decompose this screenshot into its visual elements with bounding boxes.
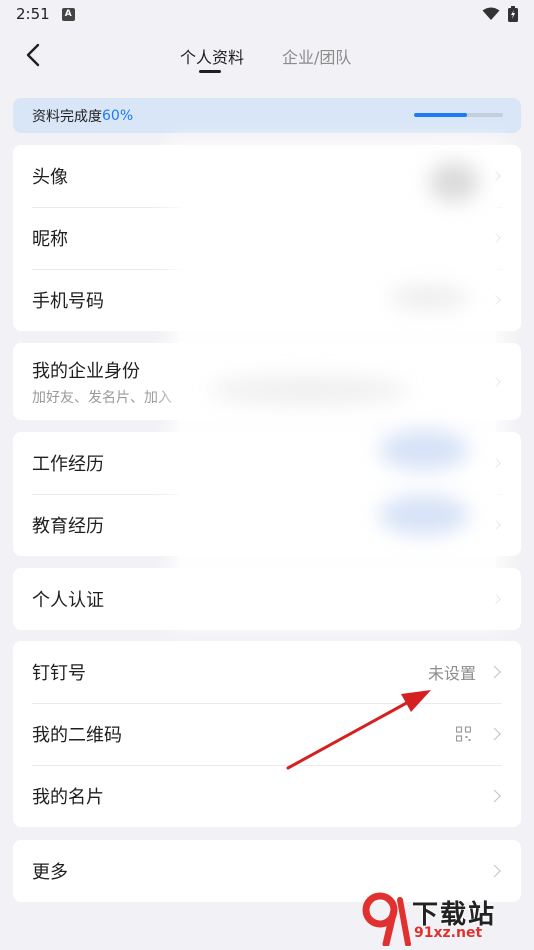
row-label: 个人认证 [32, 590, 104, 611]
completion-progress-fill [414, 113, 468, 117]
row-label: 教育经历 [32, 516, 104, 537]
chevron-right-icon [488, 665, 501, 679]
qr-code-icon [456, 726, 471, 742]
active-tab-indicator [199, 70, 221, 73]
watermark-url: 91xz.net [414, 925, 483, 941]
nav-bar: 个人资料 企业/团队 [0, 28, 534, 82]
status-bar: 2:51 A [0, 0, 534, 28]
row-dingtalk-id[interactable]: 钉钉号 未设置 [13, 641, 521, 703]
watermark-logo-icon [362, 892, 411, 946]
completion-progress-bar [414, 113, 503, 117]
row-subtitle: 加好友、发名片、加入 [32, 389, 172, 406]
status-time: 2:51 [16, 5, 50, 23]
blurred-region [179, 150, 496, 620]
tab-enterprise-team[interactable]: 企业/团队 [282, 44, 351, 68]
profile-completion-banner[interactable]: 资料完成度 60% [13, 98, 521, 133]
row-label: 头像 [32, 167, 68, 188]
row-business-card[interactable]: 我的名片 [13, 765, 521, 827]
completion-label: 资料完成度 [32, 108, 102, 125]
row-label: 我的二维码 [32, 725, 122, 746]
watermark: 下载站 91xz.net [360, 892, 530, 948]
chevron-right-icon [488, 864, 501, 878]
tab-personal-profile[interactable]: 个人资料 [180, 44, 244, 68]
notification-icon: A [61, 7, 75, 21]
row-value: 未设置 [427, 664, 476, 683]
row-label: 钉钉号 [32, 663, 86, 684]
row-label: 我的企业身份 [32, 360, 140, 382]
row-label: 我的名片 [32, 787, 104, 808]
chevron-right-icon [488, 727, 501, 741]
row-label: 昵称 [32, 229, 68, 250]
row-label: 手机号码 [32, 291, 104, 312]
chevron-right-icon [488, 789, 501, 803]
row-qr-code[interactable]: 我的二维码 [13, 703, 521, 765]
back-button[interactable] [16, 38, 50, 72]
wifi-icon [482, 7, 500, 20]
account-card: 钉钉号 未设置 我的二维码 我的名片 [13, 641, 521, 827]
row-label: 更多 [32, 862, 68, 883]
battery-icon [508, 6, 518, 22]
status-icons [482, 6, 518, 22]
back-arrow-icon [26, 43, 40, 67]
completion-percent: 60% [102, 107, 134, 124]
row-label: 工作经历 [32, 454, 104, 475]
